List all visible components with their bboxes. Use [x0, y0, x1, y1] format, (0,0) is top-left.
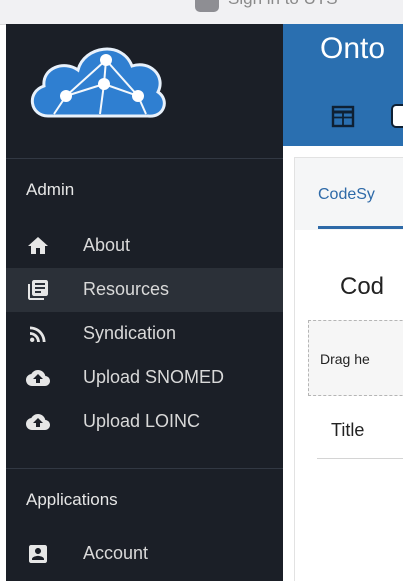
page-title: Onto — [320, 32, 386, 65]
sidebar-divider — [6, 468, 283, 469]
cloud-upload-icon — [26, 370, 50, 386]
browser-top-bar: Sign in to UTS — [0, 0, 403, 25]
dropzone-text: Drag he — [320, 351, 370, 367]
header-action-button[interactable] — [391, 104, 403, 128]
tab-codesystems[interactable]: CodeSy — [318, 186, 375, 204]
sidebar-item-about[interactable]: About — [6, 224, 283, 268]
sidebar-item-syndication[interactable]: Syndication — [6, 312, 283, 356]
main-area: Onto CodeSy Cod Drag he Title — [283, 24, 403, 581]
table-header-title[interactable]: Title — [331, 420, 364, 441]
profile-icon[interactable] — [195, 0, 219, 12]
section-title-applications: Applications — [26, 490, 118, 509]
table-header-divider — [317, 458, 403, 459]
library-icon — [28, 280, 48, 300]
account-box-icon — [29, 545, 47, 563]
sidebar-item-label: Upload SNOMED — [83, 367, 225, 387]
sidebar-item-label: Account — [83, 543, 149, 563]
calendar-icon[interactable] — [331, 104, 355, 128]
section-heading: Cod — [340, 273, 385, 300]
cloud-logo — [31, 47, 166, 118]
sidebar-item-label: Upload LOINC — [83, 411, 201, 431]
sidebar-item-account[interactable]: Account — [6, 532, 283, 576]
tab-bar: CodeSy — [295, 158, 403, 230]
content-panel: CodeSy Cod Drag he Title — [294, 157, 403, 581]
sign-in-link[interactable]: Sign in to UTS — [228, 0, 338, 9]
sidebar-item-upload-loinc[interactable]: Upload LOINC — [6, 400, 283, 444]
sidebar: Admin About Resources Syndication Upload… — [6, 24, 283, 581]
section-title-admin: Admin — [26, 180, 75, 199]
sidebar-item-label: Syndication — [83, 323, 177, 343]
rss-icon — [30, 326, 46, 342]
file-dropzone[interactable]: Drag he — [308, 320, 403, 396]
sidebar-item-label: Resources — [83, 279, 170, 299]
sidebar-divider — [6, 158, 283, 159]
sidebar-item-upload-snomed[interactable]: Upload SNOMED — [6, 356, 283, 400]
app-header: Onto — [283, 24, 403, 146]
cloud-upload-icon — [26, 414, 50, 430]
home-icon — [28, 237, 48, 254]
sidebar-item-label: About — [83, 235, 131, 255]
tab-active-indicator — [318, 226, 403, 229]
sidebar-item-resources[interactable]: Resources — [6, 268, 283, 312]
